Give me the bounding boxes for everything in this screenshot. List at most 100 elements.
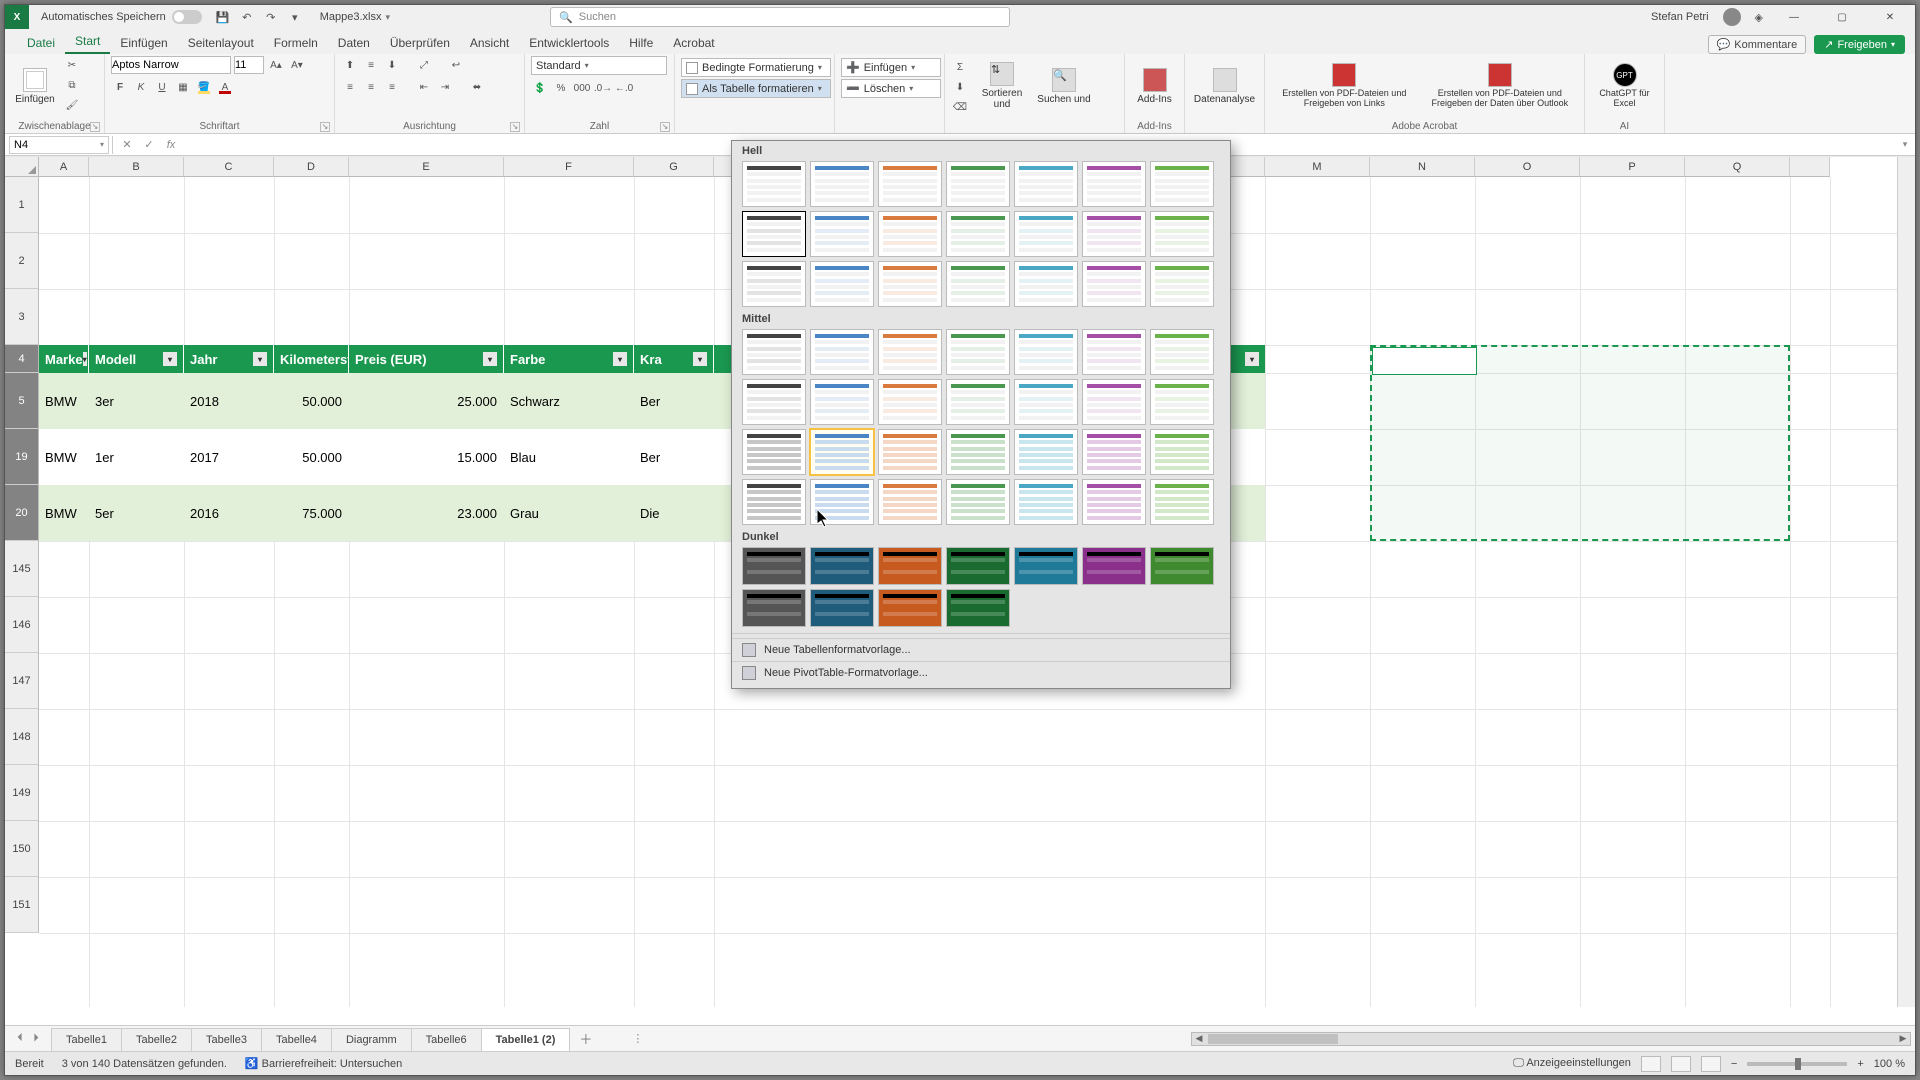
chevron-down-icon[interactable]: ▾ [100, 140, 104, 149]
table-style-swatch[interactable] [1014, 379, 1078, 425]
row-header[interactable]: 3 [5, 289, 39, 345]
column-header[interactable]: A [39, 157, 89, 177]
tab-help[interactable]: Hilfe [619, 32, 663, 54]
table-style-swatch[interactable] [810, 547, 874, 585]
cancel-formula-icon[interactable]: ✕ [116, 138, 138, 151]
row-header[interactable]: 20 [5, 485, 39, 541]
toggle-switch-icon[interactable] [172, 10, 202, 24]
column-header[interactable]: N [1370, 157, 1475, 177]
column-header[interactable]: F [504, 157, 634, 177]
row-header[interactable]: 145 [5, 541, 39, 597]
table-cell[interactable]: Ber [634, 429, 714, 485]
display-settings[interactable]: 🖵 Anzeigeeinstellungen [1513, 1057, 1631, 1070]
table-header[interactable]: Modell▾ [89, 345, 184, 373]
filter-icon[interactable]: ▾ [163, 352, 177, 366]
table-cell[interactable]: BMW [39, 485, 89, 541]
table-style-swatch[interactable] [810, 211, 874, 257]
decrease-font-icon[interactable]: A▾ [288, 56, 306, 74]
row-header[interactable]: 5 [5, 373, 39, 429]
sheet-tab[interactable]: Diagramm [331, 1028, 412, 1051]
table-cell[interactable]: 2017 [184, 429, 274, 485]
table-style-swatch[interactable] [878, 161, 942, 207]
page-layout-view-button[interactable] [1671, 1056, 1691, 1072]
fx-icon[interactable]: fx [160, 139, 182, 151]
filter-icon[interactable]: ▾ [253, 352, 267, 366]
row-header[interactable]: 151 [5, 877, 39, 933]
close-button[interactable]: ✕ [1873, 5, 1907, 29]
tab-review[interactable]: Überprüfen [380, 32, 460, 54]
table-style-swatch[interactable] [810, 379, 874, 425]
table-style-swatch[interactable] [742, 261, 806, 307]
table-style-swatch[interactable] [742, 547, 806, 585]
table-style-swatch[interactable] [1150, 429, 1214, 475]
table-style-swatch[interactable] [946, 261, 1010, 307]
table-style-swatch[interactable] [742, 589, 806, 627]
scroll-thumb[interactable] [1208, 1034, 1338, 1044]
zoom-slider[interactable] [1747, 1062, 1847, 1066]
table-cell[interactable]: 23.000 [349, 485, 504, 541]
dialog-launcher-icon[interactable]: ↘ [90, 122, 100, 132]
table-cell[interactable]: 5er [89, 485, 184, 541]
table-style-swatch[interactable] [742, 329, 806, 375]
pdf-share-links-button[interactable]: Erstellen von PDF-Dateien und Freigeben … [1271, 56, 1418, 116]
table-cell[interactable]: 25.000 [349, 373, 504, 429]
table-style-swatch[interactable] [742, 479, 806, 525]
table-style-swatch[interactable] [1150, 329, 1214, 375]
search-field[interactable]: 🔍 Suchen [550, 7, 1010, 27]
accounting-icon[interactable]: 💲 [531, 79, 549, 97]
table-style-swatch[interactable] [946, 547, 1010, 585]
tab-pagelayout[interactable]: Seitenlayout [178, 32, 264, 54]
table-cell[interactable]: Die [634, 485, 714, 541]
table-style-swatch[interactable] [1150, 161, 1214, 207]
chevron-down-icon[interactable]: ▾ [386, 12, 391, 23]
filter-icon[interactable]: ▾ [483, 352, 497, 366]
table-style-swatch[interactable] [946, 379, 1010, 425]
table-style-swatch[interactable] [878, 589, 942, 627]
column-header[interactable]: O [1475, 157, 1580, 177]
table-style-swatch[interactable] [742, 161, 806, 207]
font-color-button[interactable]: A [216, 78, 234, 96]
increase-decimal-icon[interactable]: .0→ [594, 79, 612, 97]
scroll-right-icon[interactable]: ▶ [1896, 1033, 1910, 1044]
wrap-text-icon[interactable]: ↩ [447, 56, 465, 74]
column-header[interactable]: C [184, 157, 274, 177]
user-name[interactable]: Stefan Petri [1651, 11, 1708, 23]
row-header[interactable]: 150 [5, 821, 39, 877]
table-style-swatch[interactable] [810, 261, 874, 307]
table-cell[interactable]: 1er [89, 429, 184, 485]
column-header[interactable]: P [1580, 157, 1685, 177]
column-header[interactable]: G [634, 157, 714, 177]
table-style-swatch[interactable] [1014, 211, 1078, 257]
row-header[interactable]: 2 [5, 233, 39, 289]
table-style-swatch[interactable] [1082, 211, 1146, 257]
table-style-swatch[interactable] [946, 329, 1010, 375]
column-header[interactable]: M [1265, 157, 1370, 177]
filter-icon[interactable]: ▾ [1245, 352, 1259, 366]
conditional-formatting-button[interactable]: Bedingte Formatierung ▾ [681, 58, 831, 77]
row-header[interactable]: 19 [5, 429, 39, 485]
comma-icon[interactable]: 000 [573, 79, 591, 97]
table-header[interactable]: Kra▾ [634, 345, 714, 373]
tab-formulas[interactable]: Formeln [264, 32, 328, 54]
table-cell[interactable]: BMW [39, 429, 89, 485]
table-style-swatch[interactable] [742, 379, 806, 425]
border-icon[interactable]: ▦ [174, 78, 192, 96]
normal-view-button[interactable] [1641, 1056, 1661, 1072]
table-style-swatch[interactable] [1014, 329, 1078, 375]
table-style-swatch[interactable] [1014, 261, 1078, 307]
table-cell[interactable]: 75.000 [274, 485, 349, 541]
dialog-launcher-icon[interactable]: ↘ [510, 122, 520, 132]
select-all-button[interactable] [5, 157, 39, 177]
add-sheet-button[interactable]: ＋ [569, 1025, 602, 1052]
tab-file[interactable]: Datei [17, 32, 65, 54]
dialog-launcher-icon[interactable]: ↘ [320, 122, 330, 132]
document-title[interactable]: Mappe3.xlsx ▾ [320, 11, 390, 23]
decrease-indent-icon[interactable]: ⇤ [415, 78, 433, 96]
table-style-swatch[interactable] [810, 329, 874, 375]
autosum-icon[interactable]: Σ [951, 58, 969, 76]
sheet-tab[interactable]: Tabelle1 [51, 1028, 122, 1051]
decrease-decimal-icon[interactable]: ←.0 [615, 79, 633, 97]
enter-formula-icon[interactable]: ✓ [138, 138, 160, 151]
chatgpt-button[interactable]: GPT ChatGPT für Excel [1591, 56, 1658, 116]
tab-devtools[interactable]: Entwicklertools [519, 32, 619, 54]
